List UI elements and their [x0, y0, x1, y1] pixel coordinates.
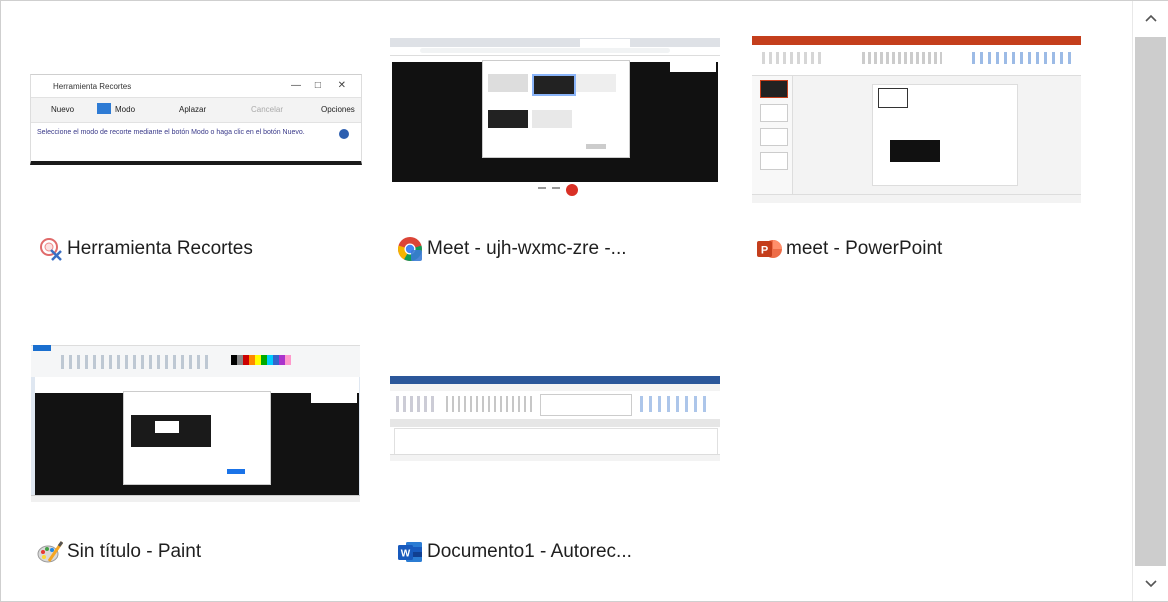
- powerpoint-icon: P: [756, 236, 782, 262]
- meet-dialog-preview-1: [488, 74, 528, 92]
- chrome-active-tab: [580, 39, 630, 47]
- svg-text:W: W: [401, 549, 411, 560]
- ppt-ribbon-group-3: [972, 52, 1072, 64]
- snip-toolbar-cancelar: Cancelar: [251, 105, 284, 114]
- window-thumbnail-paint[interactable]: [31, 337, 360, 502]
- ppt-slide-thumb-3: [760, 128, 788, 146]
- word-statusbar: [390, 454, 720, 461]
- word-ruler: [390, 419, 720, 427]
- snip-title-text: Herramienta Recortes: [53, 82, 132, 91]
- paint-tools: [61, 355, 211, 369]
- meet-cam-button: [552, 187, 560, 189]
- meet-dialog-preview-3: [576, 74, 616, 92]
- window-label-paint[interactable]: Sin título - Paint: [37, 536, 357, 568]
- meet-dialog-preview-5: [532, 110, 572, 128]
- chrome-icon: [397, 236, 423, 262]
- paint-titlebar: [31, 337, 360, 346]
- meet-dialog-preview-2: [532, 74, 576, 96]
- window-thumbnail-powerpoint[interactable]: [752, 36, 1081, 203]
- svg-text:P: P: [761, 245, 768, 257]
- chevron-up-icon: [1144, 14, 1157, 22]
- window-label-word[interactable]: W Documento1 - Autorec...: [397, 536, 727, 568]
- ppt-slide-box: [878, 88, 908, 108]
- window-title: Herramienta Recortes: [67, 238, 253, 259]
- chrome-tabstrip: [390, 38, 720, 47]
- ppt-ribbon-group-2: [862, 52, 942, 64]
- word-ribbon-font: [446, 396, 536, 412]
- word-icon: W: [397, 539, 423, 565]
- paint-icon: [37, 539, 63, 565]
- word-titlebar: [390, 376, 720, 384]
- meet-hangup-button: [566, 184, 578, 196]
- word-ribbon-clipboard: [396, 396, 436, 412]
- word-tabs: [390, 384, 720, 391]
- snipping-tool-icon: [37, 236, 63, 262]
- window-label-chrome-meet[interactable]: Meet - ujh-wxmc-zre -...: [397, 233, 717, 265]
- chrome-url-field: [420, 48, 670, 53]
- ppt-statusbar: [752, 194, 1081, 203]
- window-thumbnail-grid: Herramienta Recortes — □ ✕ Nuevo Modo Ap…: [1, 1, 1131, 601]
- ppt-slide-thumb-1: [760, 80, 788, 98]
- snip-toolbar-nuevo: Nuevo: [51, 105, 75, 114]
- vertical-scrollbar[interactable]: [1132, 1, 1168, 601]
- paint-statusbar: [31, 495, 360, 502]
- paint-inner-image-center: [155, 421, 179, 433]
- snip-toolbar-aplazar: Aplazar: [179, 105, 207, 114]
- meet-dialog-preview-4: [488, 110, 528, 128]
- window-title: Sin título - Paint: [67, 541, 202, 562]
- ppt-titlebar: [752, 36, 1081, 45]
- window-thumbnail-word[interactable]: [390, 376, 720, 461]
- paint-palette: [231, 355, 291, 365]
- snip-window-controls: — □ ✕: [291, 80, 346, 91]
- ppt-slide-image: [890, 140, 940, 162]
- meet-bottom-bar: [392, 182, 718, 203]
- scroll-down-button[interactable]: [1133, 567, 1168, 601]
- ppt-slide-thumb-2: [760, 104, 788, 122]
- word-ribbon-styles: [540, 394, 632, 416]
- ppt-ribbon-group-1: [762, 52, 822, 64]
- scroll-up-button[interactable]: [1133, 1, 1168, 35]
- paint-inner-button: [227, 469, 245, 474]
- meet-mic-button: [538, 187, 546, 189]
- window-title: Meet - ujh-wxmc-zre -...: [427, 238, 627, 259]
- scroll-thumb[interactable]: [1135, 37, 1166, 566]
- snip-toolbar-opciones: Opciones: [321, 105, 355, 114]
- window-thumbnail-snipping-tool[interactable]: Herramienta Recortes — □ ✕ Nuevo Modo Ap…: [30, 74, 362, 165]
- task-switcher-panel: Herramienta Recortes — □ ✕ Nuevo Modo Ap…: [0, 0, 1168, 602]
- window-title: Documento1 - Autorec...: [427, 541, 632, 562]
- word-page: [394, 428, 718, 456]
- chevron-down-icon: [1144, 580, 1157, 588]
- snip-mode-icon: [97, 103, 111, 114]
- window-label-snipping-tool[interactable]: Herramienta Recortes: [37, 233, 357, 265]
- meet-dialog-button: [586, 144, 606, 149]
- snip-toolbar-modo: Modo: [115, 105, 136, 114]
- paint-selfview: [311, 393, 357, 403]
- word-ribbon-editing: [640, 396, 710, 412]
- window-title: meet - PowerPoint: [786, 238, 943, 259]
- snip-help-icon: [339, 129, 349, 139]
- ppt-slide-thumb-4: [760, 152, 788, 170]
- window-thumbnail-chrome-meet[interactable]: [390, 38, 720, 203]
- meet-self-video: [670, 62, 716, 72]
- window-label-powerpoint[interactable]: P meet - PowerPoint: [756, 233, 1086, 265]
- snip-hint-text: Seleccione el modo de recorte mediante e…: [37, 129, 305, 136]
